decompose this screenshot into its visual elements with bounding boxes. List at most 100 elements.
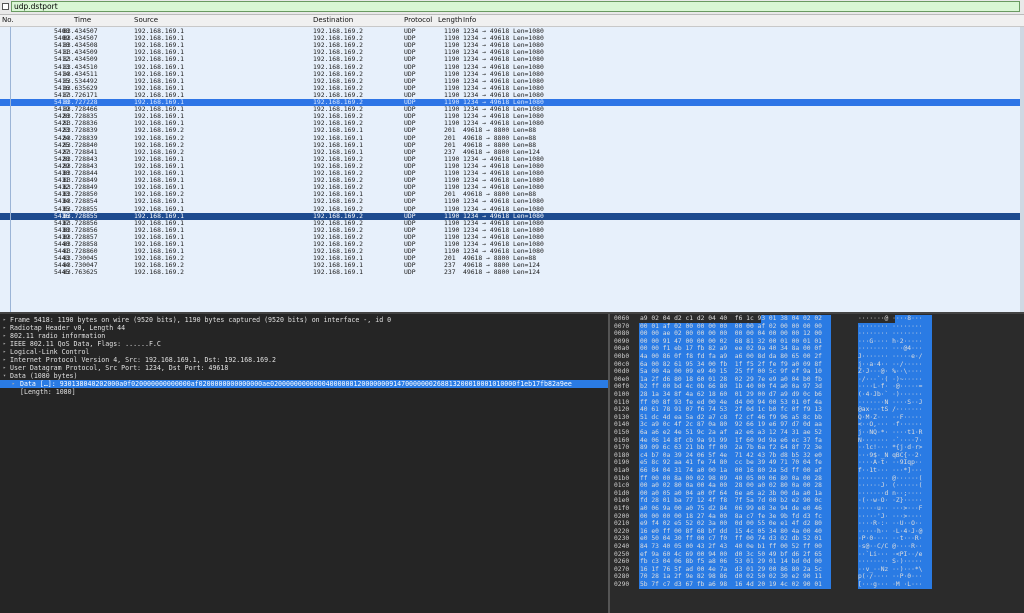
display-filter-input[interactable]: udp.dstport bbox=[11, 1, 1020, 12]
detail-tree-item[interactable]: ▸ Frame 5418: 1190 bytes on wire (9520 bi… bbox=[0, 316, 608, 324]
byte-offset: 0180 bbox=[614, 451, 630, 459]
bytes-row: 00a0 00 00 f1 eb 17 fb 82 a9 ee 02 9a 40 … bbox=[610, 345, 1024, 353]
byte-offset: 0110 bbox=[614, 398, 630, 406]
detail-tree-item[interactable]: ▸ Logical-Link Control bbox=[0, 348, 608, 356]
detail-tree-label: Internet Protocol Version 4, Src: 192.16… bbox=[10, 356, 276, 364]
collapsed-arrow-icon[interactable]: ▸ bbox=[12, 380, 15, 388]
ascii-bytes: j··NQ·*· ····t1·R bbox=[858, 429, 923, 436]
ascii-bytes: N······· ·`····7· bbox=[858, 436, 923, 444]
ascii-bytes: ····R·:· ··U··O·· bbox=[858, 520, 923, 528]
bytes-row: 0150 6a a6 e2 4e 51 9c 2a af a2 e6 a3 12 … bbox=[610, 429, 1024, 437]
byte-offset: 0070 bbox=[614, 322, 630, 330]
packet-details-pane[interactable]: ▸ Frame 5418: 1190 bytes on wire (9520 bi… bbox=[0, 314, 608, 613]
hex-bytes: b2 ff 00 bd 4c 0b 66 80 1b 40 00 f4 a0 0… bbox=[640, 383, 822, 391]
ascii-bytes: j··a·4·· ··/····· bbox=[858, 360, 923, 368]
detail-tree-label: User Datagram Protocol, Src Port: 1234, … bbox=[10, 364, 229, 372]
ascii-bytes: ········ ········ bbox=[858, 322, 923, 330]
bytes-row: 0240 84 73 40 05 00 43 2f 43 40 0e b1 ff … bbox=[610, 543, 1024, 551]
hex-bytes: 4e 06 14 8f cb 9a 91 99 1f 60 9d 9a e6 e… bbox=[640, 436, 822, 444]
byte-offset: 0190 bbox=[614, 459, 630, 467]
byte-offset: 0250 bbox=[614, 550, 630, 558]
hex-bytes: fd 28 01 ba 77 12 4f f8 7f 5a 7d 00 b2 e… bbox=[640, 497, 822, 505]
ascii-bytes: ·····'J· ···>···· bbox=[858, 512, 923, 520]
bytes-row: 0120 40 61 78 91 07 f6 74 53 2f 0d 1c b0 … bbox=[610, 406, 1024, 414]
ascii-bytes: ·(··w·O· ·Z}····· bbox=[858, 497, 923, 505]
hex-bytes: a9 02 04 d2 c1 d2 04 40 f6 1c 93 01 38 0… bbox=[640, 315, 822, 322]
hex-bytes: fb c3 04 06 8b f5 a8 06 53 01 29 01 14 b… bbox=[640, 558, 822, 566]
detail-tree-item[interactable]: ▸ Radiotap Header v0, Length 44 bbox=[0, 324, 608, 332]
hex-bytes: 00 00 ae 02 00 00 00 00 00 00 04 00 00 0… bbox=[640, 330, 822, 338]
collapsed-arrow-icon[interactable]: ▸ bbox=[3, 356, 6, 364]
display-filter-bar: udp.dstport bbox=[0, 0, 1024, 15]
collapsed-arrow-icon[interactable]: ▸ bbox=[3, 324, 6, 332]
bytes-row: 0110 ff 00 8f 93 fe ed 00 4e d4 00 94 00 … bbox=[610, 398, 1024, 407]
bookmark-icon[interactable] bbox=[2, 3, 9, 10]
column-header-source[interactable]: Source bbox=[134, 15, 158, 26]
detail-tree-label: Data (1080 bytes) bbox=[10, 372, 78, 380]
detail-tree-label: IEEE 802.11 QoS Data, Flags: ......F.C bbox=[10, 340, 161, 348]
column-header-info[interactable]: Info bbox=[463, 15, 476, 26]
hex-bytes: 6a a6 e2 4e 51 9c 2a af a2 e6 a3 12 74 3… bbox=[640, 429, 822, 436]
bytes-row: 0060 a9 02 04 d2 c1 d2 04 40 f6 1c 93 01 … bbox=[610, 315, 1024, 323]
byte-offset: 01e0 bbox=[614, 497, 630, 505]
detail-tree-item[interactable]: ▸ User Datagram Protocol, Src Port: 1234,… bbox=[0, 364, 608, 372]
bytes-row: 0160 4e 06 14 8f cb 9a 91 99 1f 60 9d 9a … bbox=[610, 436, 1024, 445]
detail-tree-item[interactable]: ▸ IEEE 802.11 QoS Data, Flags: ......F.C bbox=[0, 340, 608, 348]
detail-tree-item[interactable]: ▸ 802.11 radio information bbox=[0, 332, 608, 340]
ascii-bytes: p(·/···· ··P·0··· bbox=[858, 573, 923, 581]
collapsed-arrow-icon[interactable]: ▸ bbox=[3, 316, 6, 324]
bytes-row: 0130 51 dc 4d ea 5a d2 a7 c8 f2 cf 46 f9 … bbox=[610, 413, 1024, 422]
ascii-bytes: ····L·f· ·@·····= bbox=[858, 383, 923, 391]
bytes-row: 0080 00 00 ae 02 00 00 00 00 00 00 04 00 … bbox=[610, 330, 1024, 338]
detail-tree-label: Data […]: 930138040202000a0f020000000000… bbox=[20, 380, 572, 388]
bytes-row: 0230 e0 50 04 30 ff 00 c7 f0 ff 00 74 d3 … bbox=[610, 535, 1024, 543]
column-header-length[interactable]: Length bbox=[438, 15, 462, 26]
ascii-bytes: ···9$·_N qBC{··2· bbox=[858, 451, 923, 459]
collapsed-arrow-icon[interactable]: ▸ bbox=[3, 340, 6, 348]
bytes-row: 0200 00 00 00 00 18 27 4a 00 8a c7 fe 3e … bbox=[610, 512, 1024, 521]
bytes-row: 00e0 1a 2f d6 80 18 60 01 28 02 29 7e e9 … bbox=[610, 375, 1024, 384]
hex-bytes: 70 28 1a 2f 9e 82 98 86 d0 02 50 02 30 e… bbox=[640, 573, 822, 581]
hex-bytes: 00 01 af 02 00 00 00 00 00 00 af 02 00 0… bbox=[640, 322, 822, 330]
byte-offset: 0210 bbox=[614, 520, 630, 528]
bytes-row: 0250 ef 9a 60 4c 69 00 94 00 d0 3c 50 49 … bbox=[610, 550, 1024, 559]
hex-bytes: 5a 00 4a 00 09 e9 40 15 25 ff 00 5c 9f e… bbox=[640, 368, 822, 376]
column-header-no[interactable]: No. bbox=[2, 15, 14, 26]
detail-tree-label: Frame 5418: 1190 bytes on wire (9520 bit… bbox=[10, 316, 392, 324]
bytes-row: 0140 3c a9 0c 4f 2c 87 0a 80 92 66 19 e6 … bbox=[610, 421, 1024, 429]
bytes-row: 0220 16 e0 ff 00 8f 68 bf dd 15 4c 05 34 … bbox=[610, 527, 1024, 536]
packet-destination: 192.168.169.1 bbox=[313, 268, 364, 277]
byte-offset: 00c0 bbox=[614, 360, 630, 368]
collapsed-arrow-icon[interactable]: ▸ bbox=[3, 348, 6, 356]
byte-offset: 01b0 bbox=[614, 474, 630, 482]
detail-tree-item[interactable]: [Length: 1080] bbox=[0, 388, 608, 396]
packet-time: 83.763625 bbox=[63, 268, 98, 277]
bytes-row: 0260 fb c3 04 06 8b f5 a8 06 53 01 29 01 … bbox=[610, 558, 1024, 566]
collapsed-arrow-icon[interactable]: ▸ bbox=[3, 364, 6, 372]
bytes-row: 0210 e9 f4 02 e5 52 02 3a 00 0d 00 55 0e … bbox=[610, 520, 1024, 528]
bytes-row: 01a0 66 84 04 31 74 a0 00 1a 00 16 80 2a … bbox=[610, 467, 1024, 475]
ascii-bytes: ·······N ····S··J bbox=[858, 398, 923, 406]
hex-bytes: 00 a0 02 80 0a 00 4a 00 28 00 a0 02 80 0… bbox=[640, 482, 822, 490]
bytes-row: 00b0 4a 00 86 0f f8 fd fa a9 a6 00 8d da … bbox=[610, 353, 1024, 361]
byte-offset: 0240 bbox=[614, 543, 630, 550]
ascii-bytes: ········ ···@4··· bbox=[858, 345, 923, 353]
packet-row[interactable]: 5445 83.763625 192.168.169.2 192.168.169.1 U… bbox=[0, 269, 1024, 276]
bytes-row: 01d0 00 a0 05 a0 04 a0 0f 64 6e a6 a2 3b … bbox=[610, 489, 1024, 498]
packet-list[interactable]: 5408 83.434507 192.168.169.1 192.168.169.2 U… bbox=[0, 27, 1024, 312]
column-header-protocol[interactable]: Protocol bbox=[404, 15, 432, 26]
detail-tree-item[interactable]: ▾ Data (1080 bytes) bbox=[0, 372, 608, 380]
collapsed-arrow-icon[interactable]: ▸ bbox=[3, 332, 6, 340]
expanded-arrow-icon[interactable]: ▾ bbox=[3, 372, 6, 380]
ascii-bytes: Q·M·Z··· ··F····· bbox=[858, 413, 923, 421]
ascii-bytes: ·····u·· ···>···F bbox=[858, 505, 923, 512]
detail-tree-item[interactable]: ▸ Internet Protocol Version 4, Src: 192.1… bbox=[0, 356, 608, 364]
column-header-destination[interactable]: Destination bbox=[313, 15, 353, 26]
packet-bytes-pane[interactable]: 0060 a9 02 04 d2 c1 d2 04 40 f6 1c 93 01 … bbox=[610, 314, 1024, 613]
packet-list-scrollbar[interactable] bbox=[1020, 27, 1024, 312]
detail-tree-item[interactable]: ▸ Data […]: 930138040202000a0f02000000000… bbox=[0, 380, 608, 388]
column-header-time[interactable]: Time bbox=[74, 15, 91, 26]
bytes-row: 01f0 a0 06 9a 00 a0 75 d2 84 06 99 e8 3e … bbox=[610, 505, 1024, 513]
hex-bytes: e5 8c 92 aa 41 fe 74 80 cc be 39 49 71 7… bbox=[640, 459, 822, 467]
hex-bytes: ff 00 00 8a 00 02 98 09 40 05 00 06 80 0… bbox=[640, 474, 822, 482]
